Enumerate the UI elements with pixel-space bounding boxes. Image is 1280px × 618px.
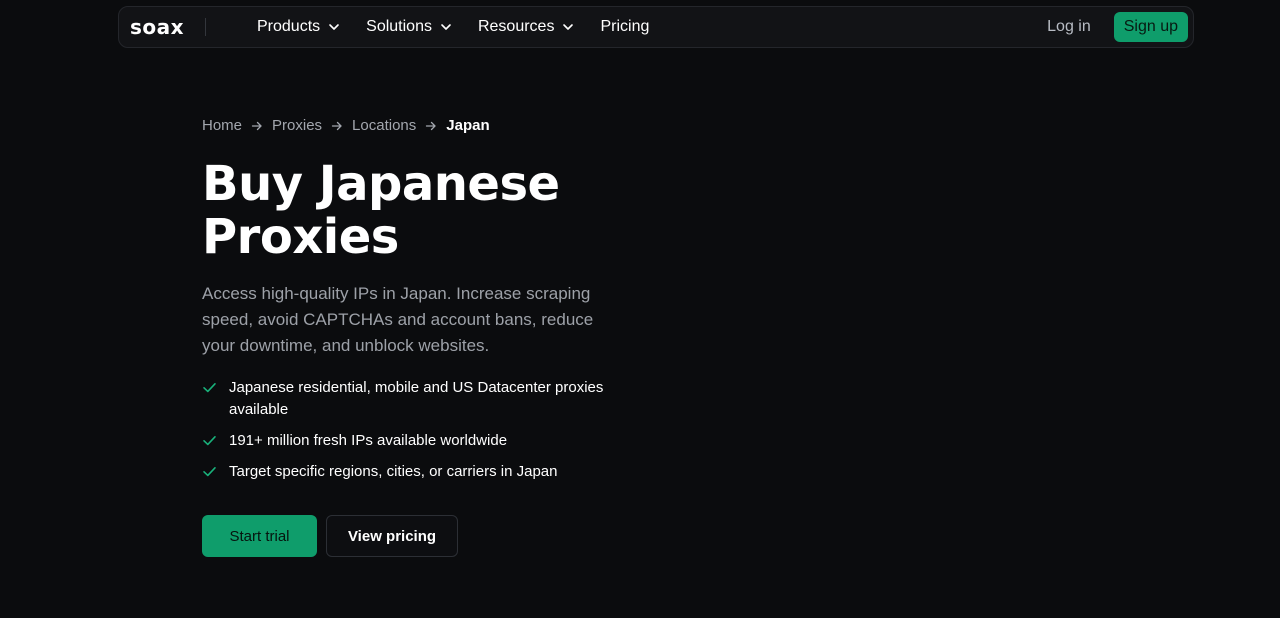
nav-item-pricing[interactable]: Pricing xyxy=(600,18,649,36)
arrow-right-icon xyxy=(426,121,436,130)
chevron-down-icon xyxy=(329,24,339,30)
feature-text: Target specific regions, cities, or carr… xyxy=(229,463,558,480)
view-pricing-button[interactable]: View pricing xyxy=(326,515,458,557)
nav-actions: Log in Sign up xyxy=(1047,12,1188,42)
breadcrumb-home[interactable]: Home xyxy=(202,117,242,134)
feature-item: Japanese residential, mobile and US Data… xyxy=(202,377,622,421)
checkmark-icon xyxy=(203,436,216,446)
nav-item-label: Solutions xyxy=(366,18,432,35)
start-trial-button[interactable]: Start trial xyxy=(202,515,317,557)
breadcrumb-locations[interactable]: Locations xyxy=(352,117,416,134)
login-link[interactable]: Log in xyxy=(1047,18,1091,36)
breadcrumb-current: Japan xyxy=(446,117,490,134)
checkmark-icon xyxy=(203,383,216,393)
logo-divider xyxy=(205,18,206,36)
breadcrumb: Home Proxies Locations Japan xyxy=(202,117,490,134)
cta-row: Start trial View pricing xyxy=(202,515,458,557)
checkmark-icon xyxy=(203,467,216,477)
chevron-down-icon xyxy=(441,24,451,30)
arrow-right-icon xyxy=(251,121,262,130)
nav-item-products[interactable]: Products xyxy=(257,18,340,36)
nav-item-resources[interactable]: Resources xyxy=(478,18,574,36)
arrow-right-icon xyxy=(331,121,342,130)
page-title: Buy Japanese Proxies xyxy=(202,156,560,265)
signup-button[interactable]: Sign up xyxy=(1113,12,1188,42)
nav-item-solutions[interactable]: Solutions xyxy=(366,18,452,36)
feature-text: 191+ million fresh IPs available worldwi… xyxy=(229,432,508,449)
top-navbar: soax Products Solutions Resources Pricin… xyxy=(118,6,1194,48)
feature-text: Japanese residential, mobile and US Data… xyxy=(229,379,604,418)
nav-item-label: Products xyxy=(257,18,321,35)
nav-menu: Products Solutions Resources Pricing xyxy=(257,7,675,47)
soax-logo[interactable]: soax xyxy=(130,15,184,39)
chevron-down-icon xyxy=(563,24,574,30)
nav-item-label: Resources xyxy=(477,18,555,35)
feature-list: Japanese residential, mobile and US Data… xyxy=(202,377,622,492)
feature-item: 191+ million fresh IPs available worldwi… xyxy=(202,430,622,452)
feature-item: Target specific regions, cities, or carr… xyxy=(202,461,622,483)
hero-description: Access high-quality IPs in Japan. Increa… xyxy=(202,284,594,355)
breadcrumb-proxies[interactable]: Proxies xyxy=(272,117,322,134)
nav-item-label: Pricing xyxy=(600,18,650,35)
